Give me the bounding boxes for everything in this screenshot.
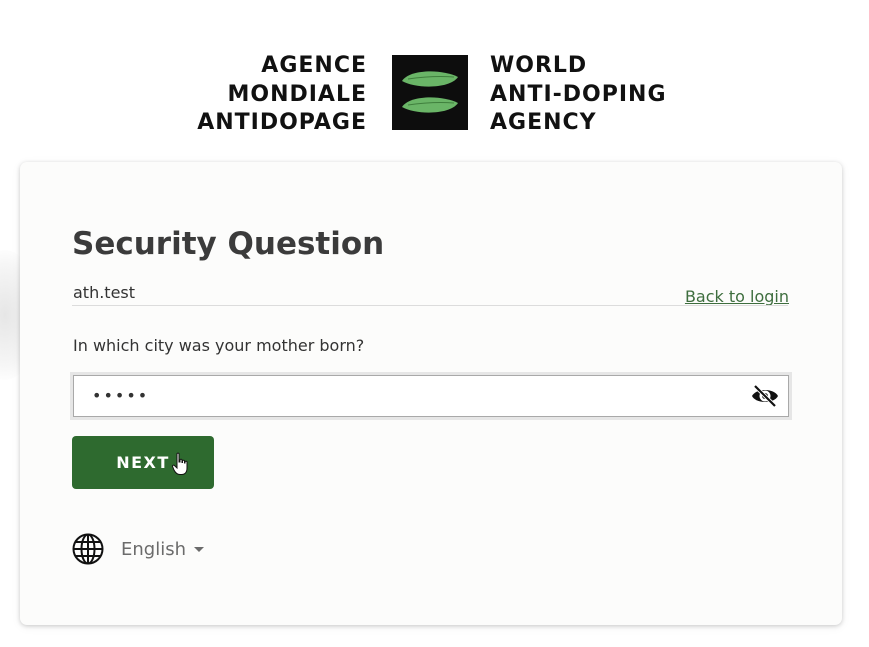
divider [72,305,788,306]
logo-en-line: AGENCY [490,110,597,135]
security-question-card: Security Question ath.test Back to login… [20,162,842,625]
logo-fr-line: ANTIDOPAGE [197,110,367,135]
logo-en-line: ANTI-DOPING [490,81,667,107]
logo-text-french: AGENCE MONDIALE ANTIDOPAGE [197,52,367,138]
back-to-login-link[interactable]: Back to login [685,287,789,306]
language-selector[interactable]: English [72,532,204,566]
logo-text-english: WORLD ANTI-DOPING AGENCY [490,52,667,138]
answer-field-wrapper: ••••• [70,372,792,420]
next-button[interactable]: NEXT [72,436,214,489]
security-answer-input[interactable]: ••••• [73,375,789,417]
page-title: Security Question [72,226,385,262]
logo-en-line: WORLD [490,53,588,78]
language-label: English [121,538,186,560]
username-label: ath.test [73,283,136,302]
logo-fr-line: AGENCE [261,53,367,78]
globe-icon [72,533,104,565]
eye-slash-icon[interactable] [750,384,780,408]
chevron-down-icon [194,546,204,552]
logo-fr-line: MONDIALE [227,81,367,107]
security-question-label: In which city was your mother born? [73,336,365,355]
wada-leaf-mark-icon [392,55,468,130]
security-question-page: AGENCE MONDIALE ANTIDOPAGE WORLD ANTI-DO… [0,0,869,647]
wada-logo: AGENCE MONDIALE ANTIDOPAGE WORLD ANTI-DO… [0,52,869,135]
